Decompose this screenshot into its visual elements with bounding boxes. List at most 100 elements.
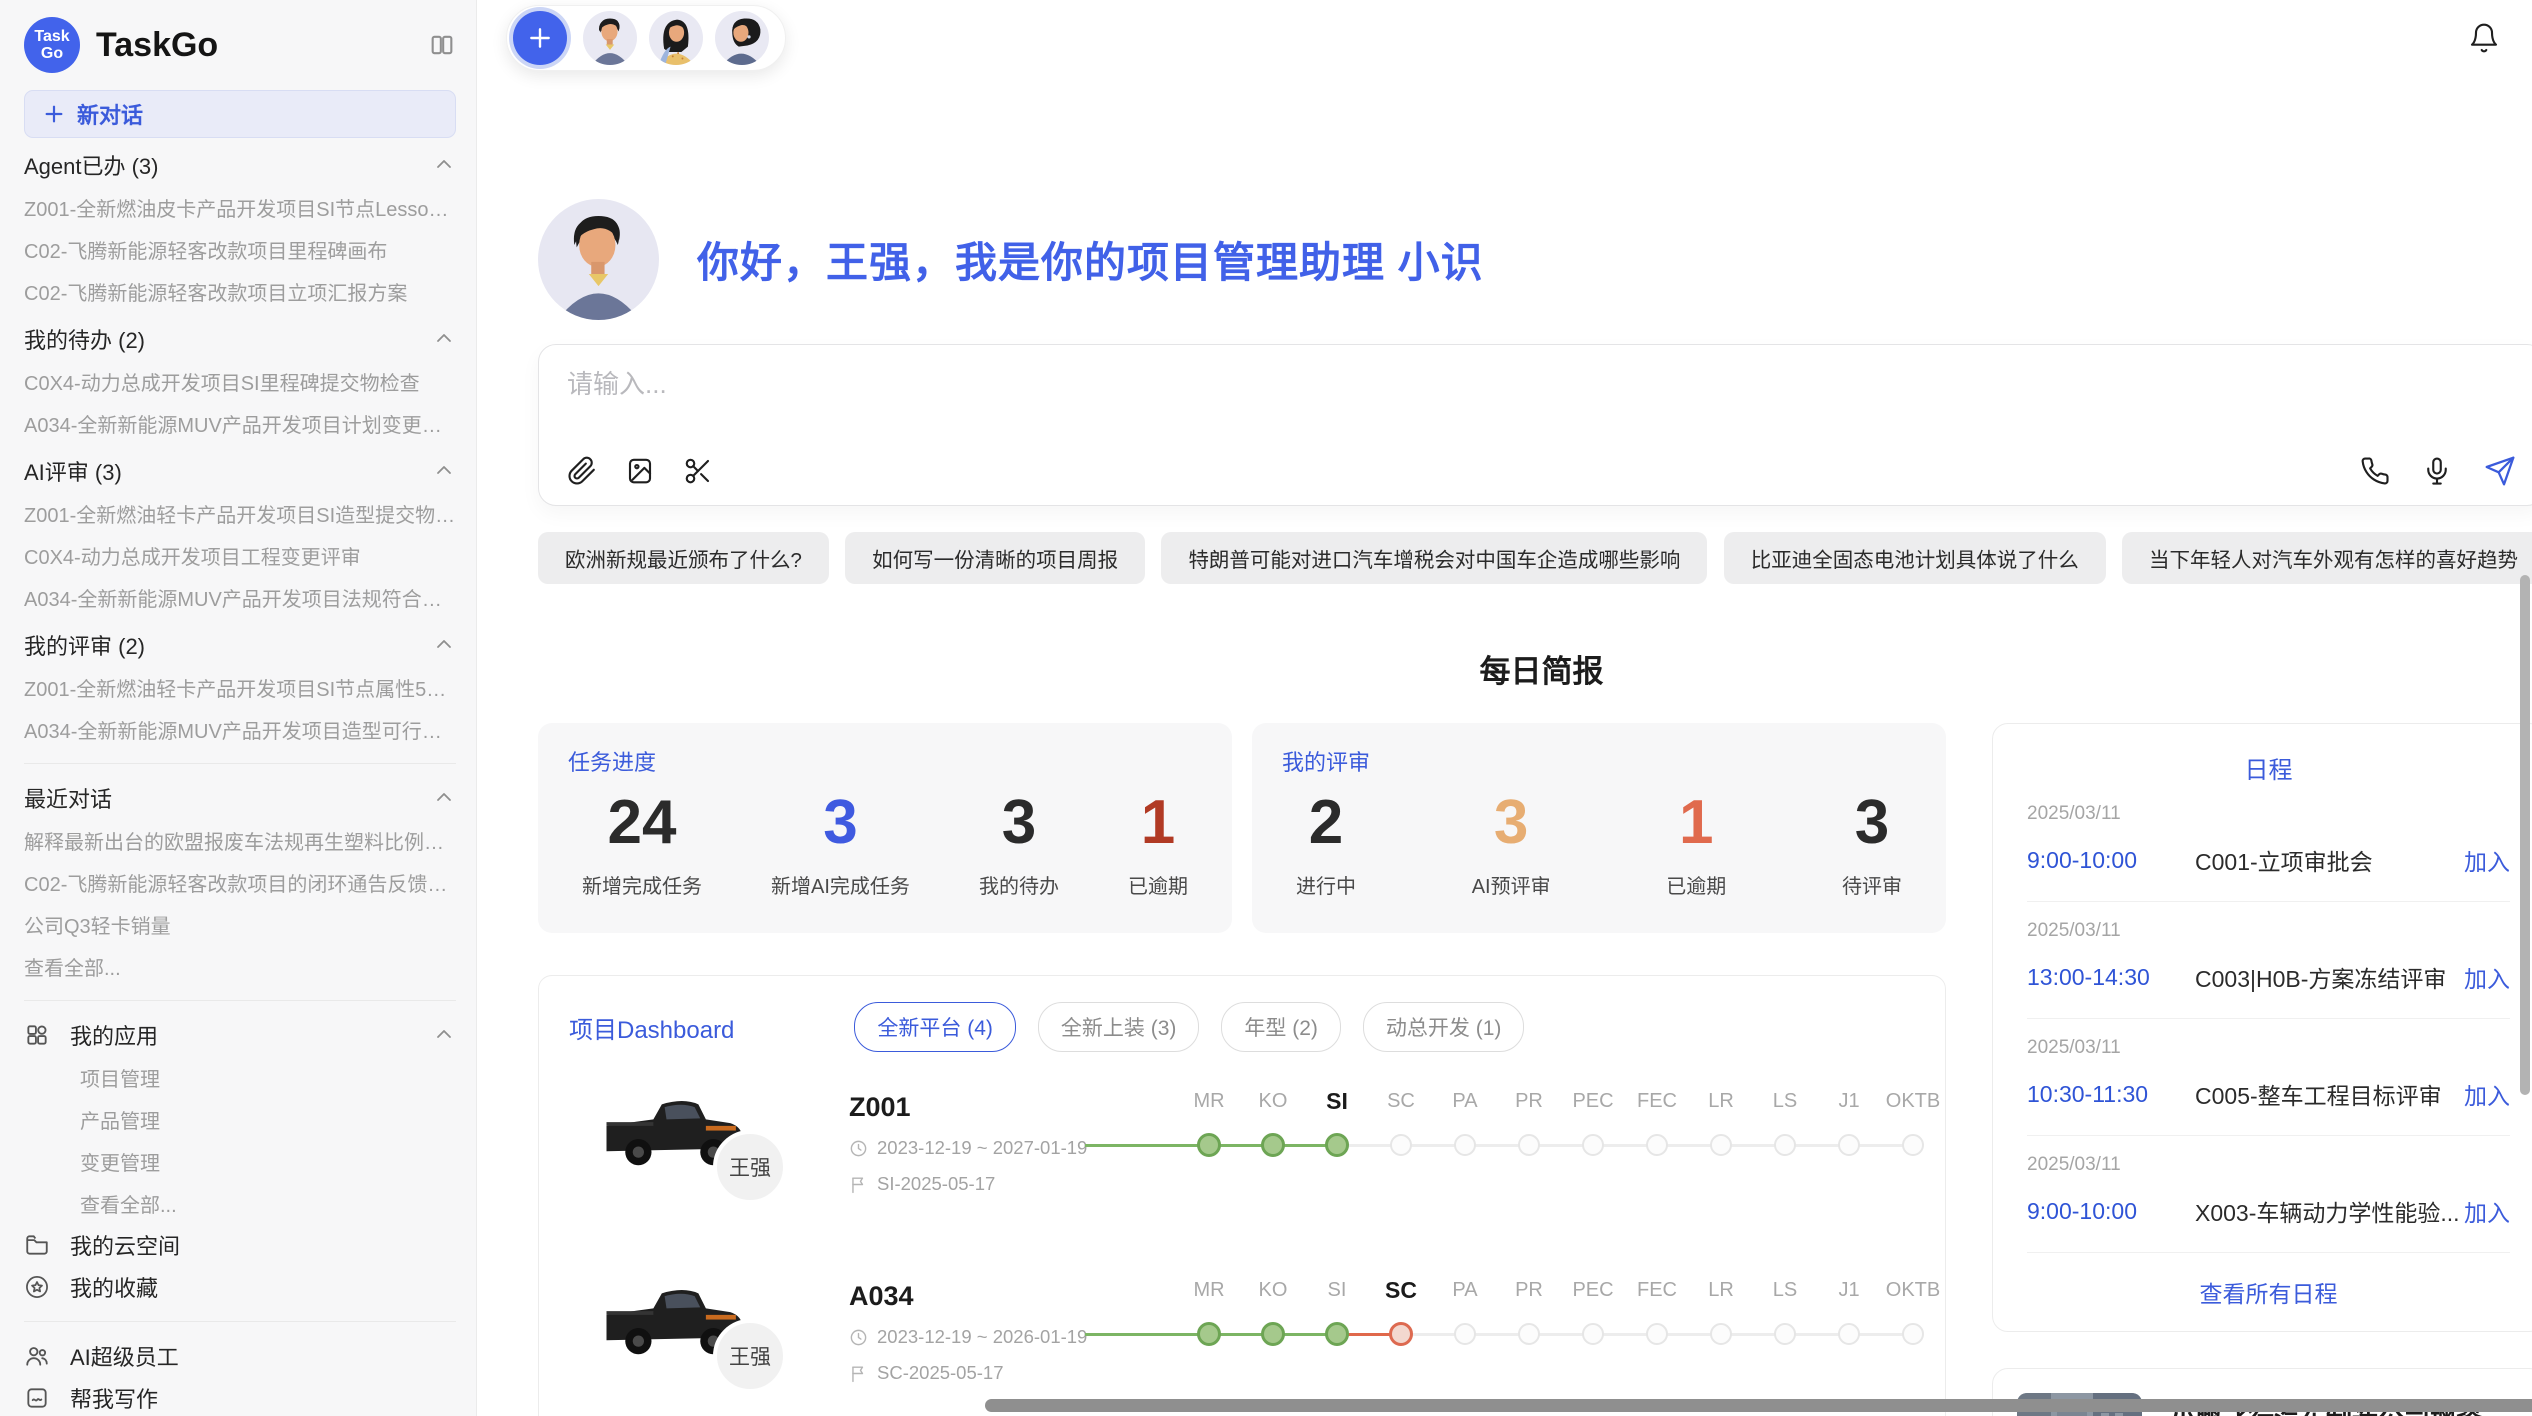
sidebar-users-item[interactable]: AI超级员工 (24, 1335, 456, 1377)
sidebar-item[interactable]: C02-飞腾新能源轻客改款项目里程碑画布 (24, 228, 456, 270)
milestone-dot-MR[interactable] (1177, 1128, 1241, 1162)
sidebar-item[interactable]: A034-全新新能源MUV产品开发项目法规符合性评审 (24, 576, 456, 618)
sidebar-folder-item[interactable]: 我的云空间 (24, 1224, 456, 1266)
sidebar-section-4-header[interactable]: 最近对话 (24, 777, 456, 819)
scissors-icon[interactable] (683, 456, 713, 486)
sidebar-item[interactable]: A034-全新新能源MUV产品开发项目造型可行性评审 (24, 708, 456, 750)
sidebar-item[interactable]: 解释最新出台的欧盟报废车法规再生塑料比例被调至15%... (24, 819, 456, 861)
suggestion-chip[interactable]: 当下年轻人对汽车外观有怎样的喜好趋势 (2122, 532, 2532, 584)
milestone-dot-J1[interactable] (1817, 1317, 1881, 1351)
sidebar-item[interactable]: C0X4-动力总成开发项目SI里程碑提交物检查 (24, 360, 456, 402)
agent-avatar-3[interactable] (715, 11, 769, 65)
sidebar-app-item[interactable]: 查看全部... (24, 1182, 456, 1224)
sidebar-app-item[interactable]: 项目管理 (24, 1056, 456, 1098)
suggestion-chip[interactable]: 特朗普可能对进口汽车增税会对中国车企造成哪些影响 (1161, 532, 1707, 584)
image-icon[interactable] (625, 456, 655, 486)
dashboard-filter[interactable]: 年型 (2) (1221, 1002, 1341, 1052)
chevron-up-icon[interactable] (432, 786, 456, 810)
sidebar-bottom: 我的应用项目管理产品管理变更管理查看全部...我的云空间我的收藏 AI超级员工帮我… (24, 1014, 456, 1416)
chevron-up-icon[interactable] (432, 1023, 456, 1047)
sidebar-item[interactable]: 查看全部... (24, 945, 456, 987)
milestone-dot-LS[interactable] (1753, 1128, 1817, 1162)
join-event-button[interactable]: 加入 (2464, 1077, 2510, 1111)
sidebar-section-1-header[interactable]: 我的待办 (2) (24, 318, 456, 360)
milestone-dot-SI[interactable] (1305, 1317, 1369, 1351)
left-column: 任务进度24新增完成任务3新增AI完成任务3我的待办1已逾期我的评审2进行中3A… (538, 723, 1946, 1416)
schedule-title: 日程 (2027, 750, 2510, 785)
suggestion-chip[interactable]: 欧洲新规最近颁布了什么? (538, 532, 829, 584)
collapse-sidebar-icon[interactable] (428, 31, 456, 59)
vertical-scrollbar[interactable] (2520, 575, 2530, 1095)
milestone-dot-PR[interactable] (1497, 1317, 1561, 1351)
stat-value: 1 (1666, 787, 1726, 858)
sidebar-item[interactable]: C0X4-动力总成开发项目工程变更评审 (24, 534, 456, 576)
attachment-icon[interactable] (567, 456, 597, 486)
view-all-schedule-link[interactable]: 查看所有日程 (2200, 1253, 2338, 1323)
notifications-bell-icon[interactable] (2468, 22, 2500, 54)
sidebar-item[interactable]: Z001-全新燃油轻卡产品开发项目SI造型提交物评审 (24, 492, 456, 534)
suggestion-chips: 欧洲新规最近颁布了什么? 如何写一份清晰的项目周报特朗普可能对进口汽车增税会对中国… (538, 532, 2532, 584)
chevron-up-icon[interactable] (432, 459, 456, 483)
milestone-dot-LS[interactable] (1753, 1317, 1817, 1351)
sidebar-item[interactable]: Z001-全新燃油轻卡产品开发项目SI节点属性5D文件评审 (24, 666, 456, 708)
milestone-dot-FEC[interactable] (1625, 1128, 1689, 1162)
agent-avatar-1[interactable] (583, 11, 637, 65)
milestone-dot-FEC[interactable] (1625, 1317, 1689, 1351)
dashboard-filter[interactable]: 动总开发 (1) (1363, 1002, 1525, 1052)
phone-icon[interactable] (2360, 456, 2390, 486)
microphone-icon[interactable] (2422, 456, 2452, 486)
milestone-dot-LR[interactable] (1689, 1128, 1753, 1162)
milestone-dot-SI[interactable] (1305, 1128, 1369, 1162)
milestone-dot-PEC[interactable] (1561, 1128, 1625, 1162)
milestone-dot-PR[interactable] (1497, 1128, 1561, 1162)
greeting-section: 你好，王强，我是你的项目管理助理 小识 (538, 199, 2532, 320)
milestone-dot-KO[interactable] (1241, 1317, 1305, 1351)
sidebar-item[interactable]: Z001-全新燃油皮卡产品开发项目SI节点Lesson Learn报告 (24, 186, 456, 228)
sidebar-app-item[interactable]: 产品管理 (24, 1098, 456, 1140)
chevron-up-icon[interactable] (432, 153, 456, 177)
milestone-dot-J1[interactable] (1817, 1128, 1881, 1162)
sidebar-item[interactable]: 公司Q3轻卡销量 (24, 903, 456, 945)
sidebar-section-0-header[interactable]: Agent已办 (3) (24, 144, 456, 186)
add-agent-button[interactable] (513, 11, 567, 65)
sidebar-star-item[interactable]: 我的收藏 (24, 1266, 456, 1308)
project-row[interactable]: 王强 A034 2023-12-19 ~ 2026-01-19 SC-2025-… (569, 1273, 1945, 1384)
milestone-dot-PA[interactable] (1433, 1128, 1497, 1162)
milestone-dot-MR[interactable] (1177, 1317, 1241, 1351)
sidebar-write-item[interactable]: 帮我写作 (24, 1377, 456, 1416)
milestone-dot-PA[interactable] (1433, 1317, 1497, 1351)
chevron-up-icon[interactable] (432, 633, 456, 657)
milestone-dot-OKTB[interactable] (1881, 1128, 1945, 1162)
dashboard-filter[interactable]: 全新平台 (4) (854, 1002, 1016, 1052)
milestone-dot-OKTB[interactable] (1881, 1317, 1945, 1351)
sidebar-app-item[interactable]: 变更管理 (24, 1140, 456, 1182)
send-icon[interactable] (2484, 455, 2516, 487)
milestone-track: MRKOSISCPAPRPECFECLRLSJ1OKTB (1085, 1086, 1945, 1162)
join-event-button[interactable]: 加入 (2464, 843, 2510, 877)
sidebar-section-2-header[interactable]: AI评审 (3) (24, 450, 456, 492)
agent-avatar-2[interactable] (649, 11, 703, 65)
project-row[interactable]: 王强 Z001 2023-12-19 ~ 2027-01-19 SI-2025-… (569, 1084, 1945, 1195)
milestone-dot-KO[interactable] (1241, 1128, 1305, 1162)
agent-crew-pill (506, 5, 786, 71)
message-input[interactable] (567, 369, 2516, 400)
milestone-label-SC: SC (1369, 1275, 1433, 1305)
sidebar-my-apps[interactable]: 我的应用 (24, 1014, 456, 1056)
milestone-dot-LR[interactable] (1689, 1317, 1753, 1351)
join-event-button[interactable]: 加入 (2464, 960, 2510, 994)
sidebar-item[interactable]: C02-飞腾新能源轻客改款项目的闭环通告反馈情况 (24, 861, 456, 903)
sidebar-item[interactable]: C02-飞腾新能源轻客改款项目立项汇报方案 (24, 270, 456, 312)
suggestion-chip[interactable]: 如何写一份清晰的项目周报 (845, 532, 1145, 584)
suggestion-chip[interactable]: 比亚迪全固态电池计划具体说了什么 (1724, 532, 2106, 584)
new-chat-button[interactable]: 新对话 (24, 90, 456, 138)
dashboard-filter[interactable]: 全新上装 (3) (1038, 1002, 1200, 1052)
horizontal-scrollbar[interactable] (985, 1399, 2532, 1412)
sidebar-section-3-header[interactable]: 我的评审 (2) (24, 624, 456, 666)
sidebar-item[interactable]: A034-全新新能源MUV产品开发项目计划变更表编写 (24, 402, 456, 444)
milestone-label-LS: LS (1753, 1086, 1817, 1116)
chevron-up-icon[interactable] (432, 327, 456, 351)
milestone-dot-SC[interactable] (1369, 1128, 1433, 1162)
milestone-dot-SC[interactable] (1369, 1317, 1433, 1351)
milestone-dot-PEC[interactable] (1561, 1317, 1625, 1351)
join-event-button[interactable]: 加入 (2464, 1194, 2510, 1228)
